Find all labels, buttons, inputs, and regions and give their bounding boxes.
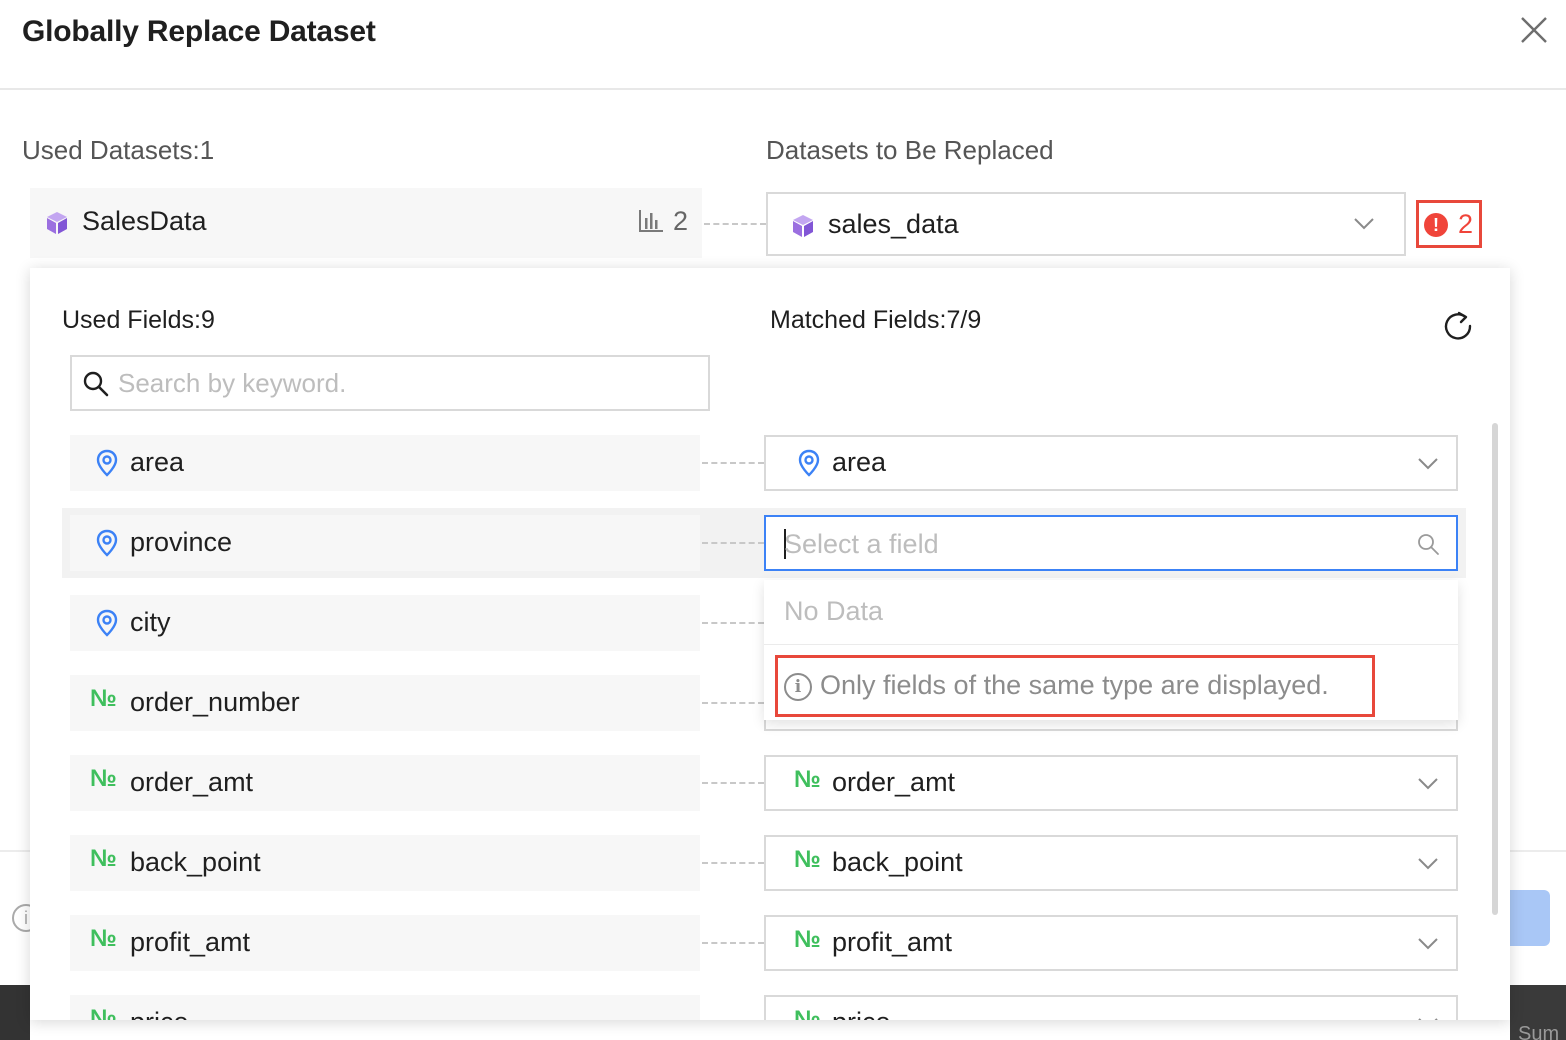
exclamation-icon: ! — [1424, 213, 1448, 237]
chevron-down-icon — [1418, 1018, 1438, 1020]
matched-field-select-price[interactable]: № price — [764, 995, 1458, 1020]
numero-icon: № — [90, 765, 117, 792]
connector-line — [702, 782, 764, 784]
connector-line — [702, 542, 764, 544]
field-select-search-input[interactable] — [784, 525, 1384, 563]
used-field-name: profit_amt — [130, 927, 251, 957]
matched-field-select-province[interactable] — [764, 515, 1458, 571]
numero-icon: № — [90, 1005, 117, 1020]
used-dataset-name: SalesData — [82, 206, 207, 236]
numero-icon: № — [794, 846, 821, 873]
cube-icon — [793, 215, 813, 237]
used-field-name: price — [130, 1007, 189, 1020]
chevron-down-icon — [1418, 938, 1438, 950]
no-data-text: No Data — [784, 596, 884, 626]
connector-line — [702, 942, 764, 944]
chart-count: 2 — [673, 206, 689, 236]
matched-field-name: area — [832, 447, 887, 477]
chevron-down-icon — [1418, 778, 1438, 790]
connector-line — [702, 702, 764, 704]
connector-line — [702, 622, 764, 624]
used-field-name: order_amt — [130, 767, 254, 797]
location-pin-icon — [96, 449, 118, 477]
dataset-select[interactable]: sales_data — [766, 192, 1406, 256]
chevron-down-icon — [1418, 858, 1438, 870]
used-field-name: city — [130, 607, 171, 637]
location-pin-icon — [96, 609, 118, 637]
used-fields-label: Used Fields:9 — [62, 306, 215, 334]
search-input[interactable] — [118, 365, 698, 401]
matched-field-select-area[interactable]: area — [764, 435, 1458, 491]
used-field-name: order_number — [130, 687, 300, 717]
refresh-icon[interactable] — [1440, 308, 1476, 344]
search-icon — [83, 371, 109, 397]
cube-icon — [47, 212, 67, 234]
bar-chart-icon — [639, 210, 663, 232]
dataset-select-value: sales_data — [828, 209, 959, 239]
used-field-back-point: № back_point — [70, 835, 700, 891]
warning-count: 2 — [1458, 209, 1474, 239]
numero-icon: № — [90, 925, 117, 952]
dialog-title: Globally Replace Dataset — [22, 15, 376, 48]
numero-icon: № — [794, 926, 821, 953]
search-icon — [1418, 534, 1439, 555]
field-select-dropdown: No Data i Only fields of the same type a… — [764, 580, 1458, 720]
numero-icon: № — [90, 845, 117, 872]
matched-field-name: back_point — [832, 847, 963, 877]
connector-line — [704, 223, 766, 225]
info-icon: i — [784, 673, 812, 701]
matched-field-name: order_amt — [832, 767, 956, 797]
used-field-price: № price — [70, 995, 700, 1020]
chevron-down-icon — [1418, 458, 1438, 470]
numero-icon: № — [90, 685, 117, 712]
type-hint: i Only fields of the same type are displ… — [775, 655, 1375, 717]
background-text: Sum — [1518, 1023, 1560, 1040]
used-field-name: province — [130, 527, 233, 557]
location-pin-icon — [798, 449, 820, 477]
used-field-area: area — [70, 435, 700, 491]
close-icon[interactable] — [1516, 12, 1552, 48]
used-dataset-item[interactable]: SalesData 2 — [30, 188, 702, 258]
dropdown-divider — [764, 644, 1458, 645]
location-pin-icon — [96, 529, 118, 557]
used-field-name: area — [130, 447, 185, 477]
field-warning-badge[interactable]: ! 2 — [1416, 200, 1482, 248]
used-field-city: city — [70, 595, 700, 651]
used-field-order-amt: № order_amt — [70, 755, 700, 811]
used-field-name: back_point — [130, 847, 261, 877]
matched-fields-label: Matched Fields:7/9 — [770, 306, 982, 334]
connector-line — [702, 462, 764, 464]
numero-icon: № — [794, 1006, 821, 1020]
used-datasets-label: Used Datasets:1 — [22, 135, 215, 165]
connector-line — [702, 862, 764, 864]
background-window: Sum — [1510, 985, 1566, 1040]
used-field-province: province — [70, 515, 700, 571]
type-hint-text: Only fields of the same type are display… — [820, 670, 1329, 700]
matched-field-select-back-point[interactable]: № back_point — [764, 835, 1458, 891]
background-window — [0, 985, 30, 1040]
matched-field-select-order-amt[interactable]: № order_amt — [764, 755, 1458, 811]
matched-field-select-profit-amt[interactable]: № profit_amt — [764, 915, 1458, 971]
numero-icon: № — [794, 766, 821, 793]
used-field-order-number: № order_number — [70, 675, 700, 731]
header-divider — [0, 88, 1566, 90]
field-mapping-panel: Used Fields:9 Matched Fields:7/9 area ar… — [30, 268, 1510, 1020]
matched-field-name: profit_amt — [832, 927, 953, 957]
field-search[interactable] — [70, 355, 710, 411]
matched-field-name: price — [832, 1007, 891, 1020]
datasets-to-replace-label: Datasets to Be Replaced — [766, 135, 1054, 165]
used-field-profit-amt: № profit_amt — [70, 915, 700, 971]
chevron-down-icon — [1354, 218, 1374, 230]
scrollbar[interactable] — [1492, 423, 1498, 915]
